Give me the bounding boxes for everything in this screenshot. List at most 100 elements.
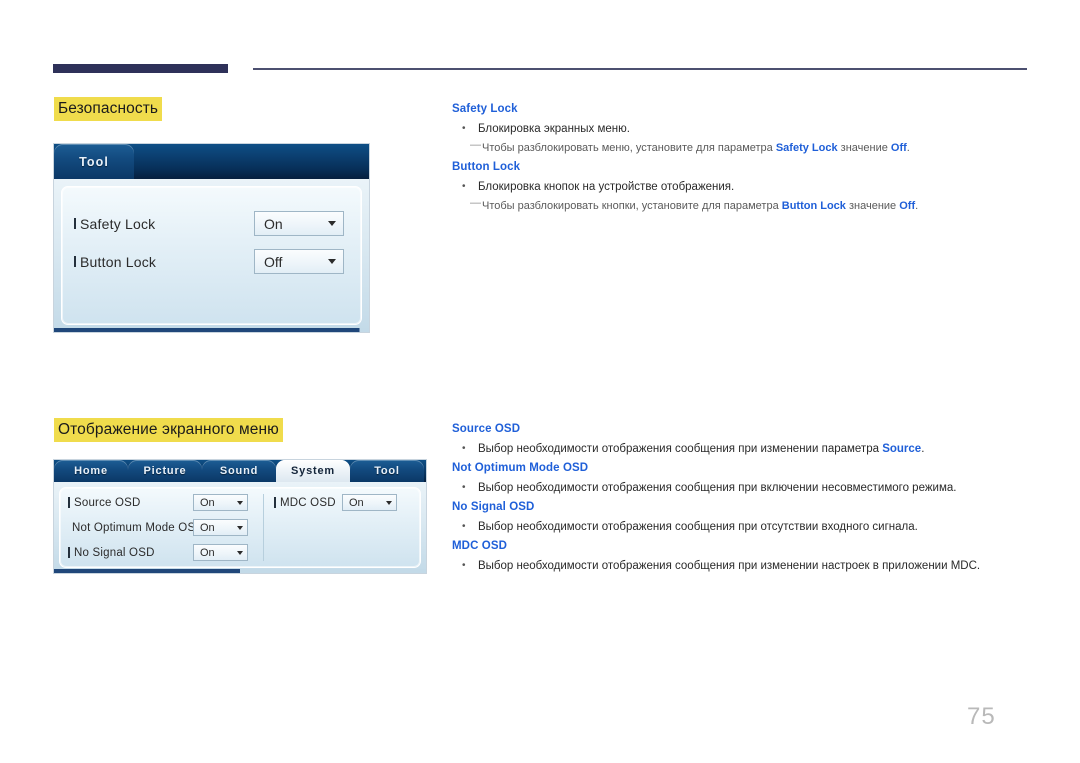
osd-tab-picture[interactable]: Picture xyxy=(128,460,202,482)
note-keyword-2: Off xyxy=(899,200,916,212)
bullet-text: Выбор необходимости отображения сообщени… xyxy=(478,560,981,572)
osd-label-not-optimum-mode-osd: Not Optimum Mode OSD xyxy=(68,522,204,534)
chevron-down-icon xyxy=(386,500,392,505)
note-keyword-1: Button Lock xyxy=(781,200,846,212)
header-rule-thin xyxy=(253,68,1027,70)
osd-tab-tool[interactable]: Tool xyxy=(54,144,134,179)
chevron-down-icon xyxy=(328,259,336,264)
osd-column-right: MDC OSD On xyxy=(264,494,397,561)
note-safety-lock: — Чтобы разблокировать меню, установите … xyxy=(452,139,1032,158)
chevron-down-icon xyxy=(237,500,243,505)
note-dash-icon: — xyxy=(470,197,481,209)
chevron-down-icon xyxy=(328,221,336,226)
osd-select-no-signal-osd[interactable]: On xyxy=(193,544,248,561)
bullet-button-lock: • Блокировка кнопок на устройстве отобра… xyxy=(452,177,1032,197)
osd-row-mdc-osd: MDC OSD On xyxy=(274,494,397,511)
osd-label-button-lock: Button Lock xyxy=(74,254,254,270)
term-source-osd: Source OSD xyxy=(452,423,521,435)
note-dash-icon: — xyxy=(470,139,481,151)
header-rule-thick xyxy=(53,64,228,73)
osd-inner-system: Source OSD On Not Optimum Mode OSD On No… xyxy=(59,487,421,568)
osd-tab-label: Tool xyxy=(374,465,400,477)
bullet-text-before: Выбор необходимости отображения сообщени… xyxy=(478,443,883,455)
bullet-dot-icon: • xyxy=(462,560,466,571)
osd-tab-label: Picture xyxy=(143,465,187,477)
bullet-dot-icon: • xyxy=(462,443,466,454)
osd-label-text: MDC OSD xyxy=(280,496,336,509)
osd-select-value: On xyxy=(200,546,215,559)
bullet-dot-icon: • xyxy=(462,521,466,532)
note-text-after: . xyxy=(915,200,919,212)
section-heading-security: Безопасность xyxy=(54,97,163,121)
osd-select-mdc-osd[interactable]: On xyxy=(342,494,397,511)
bullet-tick-icon xyxy=(68,547,70,558)
osd-select-not-optimum-mode-osd[interactable]: On xyxy=(193,519,248,536)
osd-inner-tool: Safety Lock On Button Lock Off xyxy=(61,186,362,325)
note-text-before: Чтобы разблокировать кнопки, установите … xyxy=(482,200,782,212)
note-text: Чтобы разблокировать меню, установите дл… xyxy=(482,139,910,158)
description-osd-display: Source OSD • Выбор необходимости отображ… xyxy=(452,420,1032,576)
osd-select-value: On xyxy=(349,496,364,509)
chevron-down-icon xyxy=(237,525,243,530)
description-security: Safety Lock • Блокировка экранных меню. … xyxy=(452,100,1032,216)
osd-label-text: No Signal OSD xyxy=(74,546,155,559)
term-no-signal-osd: No Signal OSD xyxy=(452,501,535,513)
bullet-not-optimum-mode-osd: • Выбор необходимости отображения сообще… xyxy=(452,478,1032,498)
bullet-text-after: . xyxy=(921,443,925,455)
osd-panel-tool: Tool Safety Lock On Button Lock Off xyxy=(53,143,370,333)
osd-tab-label: System xyxy=(291,465,335,477)
bullet-text: Выбор необходимости отображения сообщени… xyxy=(478,439,924,459)
term-safety-lock: Safety Lock xyxy=(452,103,518,115)
osd-select-safety-lock[interactable]: On xyxy=(254,211,344,236)
osd-select-value: On xyxy=(200,496,215,509)
header-rule xyxy=(0,64,1080,74)
osd-body-system: Source OSD On Not Optimum Mode OSD On No… xyxy=(54,482,426,573)
bullet-text: Выбор необходимости отображения сообщени… xyxy=(478,482,957,494)
term-button-lock: Button Lock xyxy=(452,161,521,173)
osd-select-value: On xyxy=(200,521,215,534)
osd-label-safety-lock: Safety Lock xyxy=(74,216,254,232)
note-keyword-1: Safety Lock xyxy=(775,142,838,154)
osd-label-text: Source OSD xyxy=(74,496,141,509)
osd-tab-tool[interactable]: Tool xyxy=(350,460,424,482)
bullet-tick-icon xyxy=(274,497,276,508)
osd-label-text: Not Optimum Mode OSD xyxy=(72,521,204,534)
note-text-before: Чтобы разблокировать меню, установите дл… xyxy=(482,142,776,154)
osd-tab-home[interactable]: Home xyxy=(54,460,128,482)
bullet-dot-icon: • xyxy=(462,482,466,493)
osd-row-not-optimum-mode-osd: Not Optimum Mode OSD On xyxy=(68,519,257,536)
osd-tab-label: Home xyxy=(74,465,108,477)
osd-row-source-osd: Source OSD On xyxy=(68,494,257,511)
osd-footer-bar xyxy=(54,569,426,573)
chevron-down-icon xyxy=(237,550,243,555)
osd-label-text: Button Lock xyxy=(80,253,157,270)
osd-footer-bar xyxy=(54,328,369,332)
term-not-optimum-mode-osd: Not Optimum Mode OSD xyxy=(452,462,589,474)
note-button-lock: — Чтобы разблокировать кнопки, установит… xyxy=(452,197,1032,216)
osd-tabbar-tool: Tool xyxy=(54,144,369,179)
osd-label-text: Safety Lock xyxy=(80,215,156,232)
osd-label-no-signal-osd: No Signal OSD xyxy=(68,547,193,559)
osd-tab-system[interactable]: System xyxy=(276,460,350,482)
bullet-source-osd: • Выбор необходимости отображения сообще… xyxy=(452,439,1032,459)
section-heading-osd-display: Отображение экранного меню xyxy=(54,418,283,442)
osd-row-safety-lock: Safety Lock On xyxy=(74,211,349,236)
osd-row-no-signal-osd: No Signal OSD On xyxy=(68,544,257,561)
bullet-tick-icon xyxy=(74,256,76,267)
osd-label-source-osd: Source OSD xyxy=(68,497,193,509)
osd-select-source-osd[interactable]: On xyxy=(193,494,248,511)
bullet-text: Выбор необходимости отображения сообщени… xyxy=(478,521,918,533)
osd-tab-sound[interactable]: Sound xyxy=(202,460,276,482)
bullet-text: Блокировка кнопок на устройстве отображе… xyxy=(478,181,735,193)
osd-label-mdc-osd: MDC OSD xyxy=(274,497,342,509)
osd-body-tool: Safety Lock On Button Lock Off xyxy=(54,179,369,332)
note-text-after: . xyxy=(906,142,910,154)
bullet-mdc-osd: • Выбор необходимости отображения сообще… xyxy=(452,556,1032,576)
note-text: Чтобы разблокировать кнопки, установите … xyxy=(482,197,918,216)
bullet-no-signal-osd: • Выбор необходимости отображения сообще… xyxy=(452,517,1032,537)
osd-row-button-lock: Button Lock Off xyxy=(74,249,349,274)
note-keyword-2: Off xyxy=(890,142,907,154)
bullet-tick-icon xyxy=(74,218,76,229)
term-mdc-osd: MDC OSD xyxy=(452,540,508,552)
osd-select-button-lock[interactable]: Off xyxy=(254,249,344,274)
